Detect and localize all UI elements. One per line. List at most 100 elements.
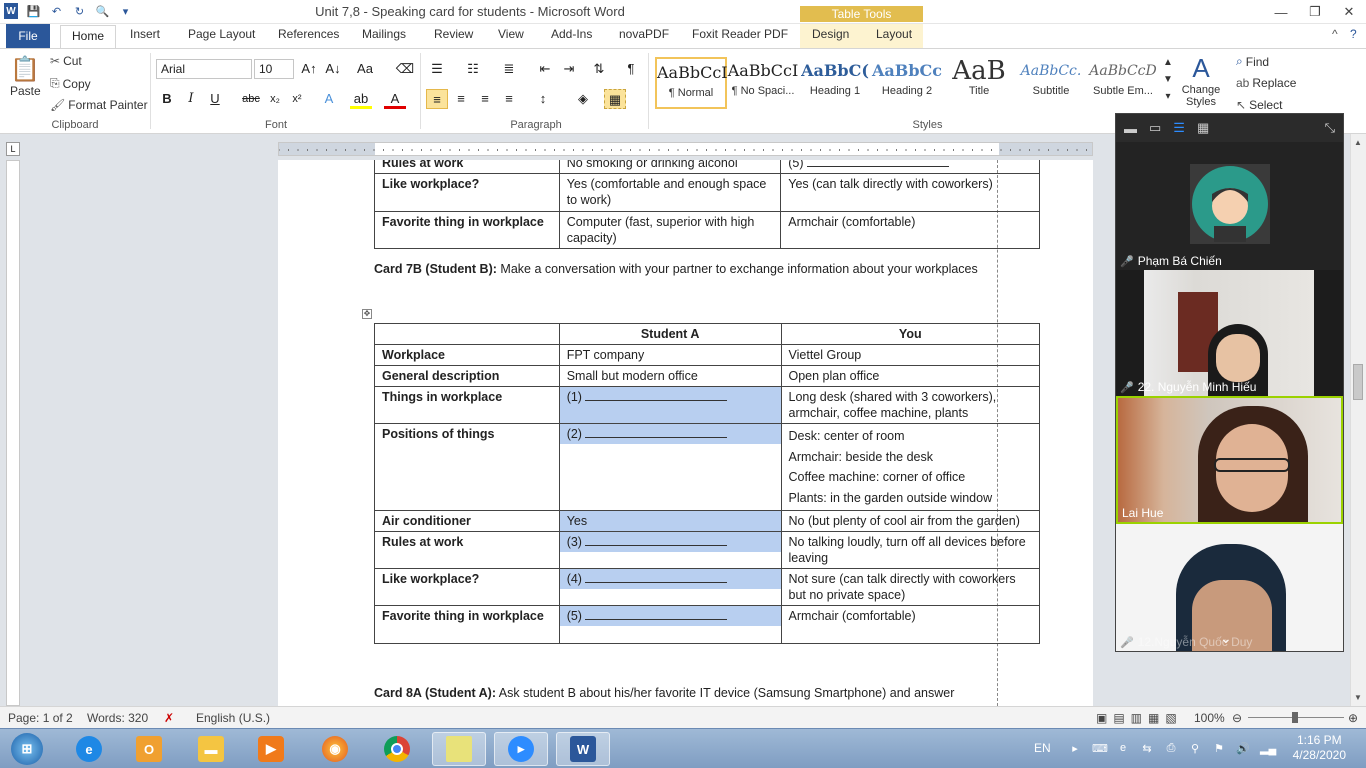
align-center-icon[interactable]: ≡ [450, 89, 472, 109]
multilevel-list-icon[interactable]: ≣ [498, 59, 520, 79]
close-button[interactable]: ✕ [1332, 0, 1366, 24]
zoom-out-icon[interactable]: ⊖ [1232, 711, 1242, 725]
table-cell[interactable]: (2) [558, 423, 782, 511]
increase-indent-icon[interactable]: ⇥ [558, 59, 580, 79]
restore-button[interactable]: ❐ [1298, 0, 1332, 24]
zoom-in-icon[interactable]: ⊕ [1348, 711, 1358, 725]
table-cell[interactable]: Desk: center of room Armchair: beside th… [780, 423, 1040, 511]
decrease-indent-icon[interactable]: ⇤ [534, 59, 556, 79]
tab-home[interactable]: Home [60, 25, 116, 49]
highlight-icon[interactable]: ab [350, 89, 372, 109]
bullets-icon[interactable]: ☰ [426, 59, 448, 79]
style-heading-1[interactable]: AaBbC( Heading 1 [799, 57, 871, 109]
tab-view[interactable]: View [498, 27, 524, 41]
table-cell[interactable]: Favorite thing in workplace [374, 605, 560, 644]
table-cell[interactable]: Rules at work [374, 160, 560, 174]
view-buttons-icon[interactable]: ▣▤▥▦▧ [1096, 711, 1183, 725]
taskbar-firefox[interactable]: ◉ [308, 732, 362, 766]
zoom-level[interactable]: 100% [1194, 711, 1225, 725]
table-cell[interactable]: Computer (fast, superior with high capac… [558, 211, 782, 249]
network-tray-icon[interactable]: ⇆ [1140, 742, 1154, 756]
style-title[interactable]: AaB Title [943, 57, 1015, 109]
italic-button[interactable]: I [180, 89, 202, 109]
table-cell[interactable]: (4) [558, 568, 782, 606]
table-header-cell[interactable] [374, 323, 560, 345]
font-color-icon[interactable]: A [384, 89, 406, 109]
language-indicator[interactable]: EN [1034, 741, 1051, 755]
shrink-font-icon[interactable]: A↓ [322, 59, 344, 79]
table-cell[interactable]: Long desk (shared with 3 coworkers), arm… [780, 386, 1040, 424]
find-button[interactable]: ⌕ Find [1236, 54, 1269, 69]
vertical-ruler[interactable] [6, 160, 20, 706]
scroll-up-icon[interactable]: ▲ [1354, 138, 1362, 147]
participant-tile[interactable]: 🎤 22. Nguyễn Minh Hiếu [1116, 270, 1343, 396]
table-cell[interactable]: Open plan office [780, 365, 1040, 387]
table-cell[interactable]: Things in workplace [374, 386, 560, 424]
speaker-view-icon[interactable]: ☰ [1173, 120, 1185, 136]
justify-icon[interactable]: ≡ [498, 89, 520, 109]
table-cell[interactable]: Rules at work [374, 531, 560, 569]
proofing-icon[interactable]: ✗ [164, 711, 174, 725]
scroll-down-icon[interactable]: ▼ [1354, 693, 1362, 702]
card7b-paragraph[interactable]: Card 7B (Student B): Make a conversation… [374, 261, 999, 278]
system-clock[interactable]: 1:16 PM 4/28/2020 [1293, 733, 1346, 763]
table-cell-selected[interactable]: (1) [558, 386, 782, 424]
format-painter-button[interactable]: 🖌 Format Painter [50, 98, 148, 112]
card8a-paragraph[interactable]: Card 8A (Student A): Ask student B about… [374, 685, 999, 702]
subscript-button[interactable]: x₂ [264, 89, 286, 109]
window-icon[interactable]: ▭ [1149, 120, 1161, 136]
table-cell[interactable]: Like workplace? [374, 568, 560, 606]
minimize-ribbon-icon[interactable]: ^ [1332, 27, 1338, 41]
signal-tray-icon[interactable]: ▂▄ [1260, 742, 1276, 756]
table-cell[interactable]: No smoking or drinking alcohol [558, 160, 782, 174]
style-normal[interactable]: AaBbCcI ¶ Normal [655, 57, 728, 109]
table-move-handle-icon[interactable]: ✥ [362, 309, 372, 319]
table-cell[interactable]: (5) [780, 160, 1040, 174]
table-header-cell[interactable]: Student A [558, 323, 782, 345]
horizontal-ruler[interactable] [278, 142, 1093, 156]
vertical-scrollbar[interactable]: ▲ ▼ [1350, 134, 1366, 706]
font-name-combo[interactable]: Arial [156, 59, 252, 79]
ie-tray-icon[interactable]: e [1116, 742, 1130, 756]
tab-mailings[interactable]: Mailings [362, 27, 406, 41]
copy-button[interactable]: ⎘ Copy [50, 76, 91, 91]
participant-tile[interactable]: 🎤 Phạm Bá Chiến [1116, 142, 1343, 270]
text-effects-icon[interactable]: A [318, 89, 340, 109]
table-cell[interactable]: Favorite thing in workplace [374, 211, 560, 249]
change-styles-button[interactable]: A Change Styles [1178, 53, 1224, 108]
table-cell[interactable]: (3) [558, 531, 782, 569]
table-cell[interactable]: Viettel Group [780, 344, 1040, 366]
taskbar-zoom[interactable]: ▸ [494, 732, 548, 766]
usb-tray-icon[interactable]: ⚲ [1188, 742, 1202, 756]
style-heading-2[interactable]: AaBbCc Heading 2 [871, 57, 943, 109]
tab-novapdf[interactable]: novaPDF [619, 27, 669, 41]
tab-insert[interactable]: Insert [130, 27, 160, 41]
table-cell[interactable]: Small but modern office [558, 365, 782, 387]
table-cell[interactable]: Like workplace? [374, 173, 560, 212]
superscript-button[interactable]: x² [286, 89, 308, 109]
tab-layout[interactable]: Layout [876, 27, 912, 41]
style-subtle-emphasis[interactable]: AaBbCcD Subtle Em... [1087, 57, 1159, 109]
taskbar-explorer[interactable]: ▬ [184, 732, 238, 766]
help-icon[interactable]: ? [1350, 27, 1357, 41]
clear-format-icon[interactable]: ⌫ [394, 59, 416, 79]
document-page[interactable]: Rules at work No smoking or drinking alc… [278, 160, 1093, 706]
exit-fullscreen-icon[interactable]: ⤡ [1325, 120, 1335, 136]
taskbar-outlook[interactable]: O [122, 732, 176, 766]
minimize-icon[interactable]: ▬ [1124, 121, 1137, 136]
tab-add-ins[interactable]: Add-Ins [551, 27, 592, 41]
taskbar-chrome[interactable] [370, 732, 424, 766]
zoom-slider-thumb[interactable] [1292, 712, 1298, 723]
tab-page-layout[interactable]: Page Layout [188, 27, 255, 41]
underline-button[interactable]: U [204, 89, 226, 109]
table-cell[interactable]: (5) [558, 605, 782, 644]
table-cell[interactable]: Workplace [374, 344, 560, 366]
table-cell[interactable]: Yes (comfortable and enough space to wor… [558, 173, 782, 212]
show-formatting-icon[interactable]: ¶ [620, 59, 642, 79]
style-subtitle[interactable]: AaBbCc. Subtitle [1015, 57, 1087, 109]
align-right-icon[interactable]: ≡ [474, 89, 496, 109]
top-table[interactable]: Rules at work No smoking or drinking alc… [374, 160, 1040, 249]
tab-file[interactable]: File [6, 24, 50, 48]
bold-button[interactable]: B [156, 89, 178, 109]
taskbar-word[interactable]: W [556, 732, 610, 766]
